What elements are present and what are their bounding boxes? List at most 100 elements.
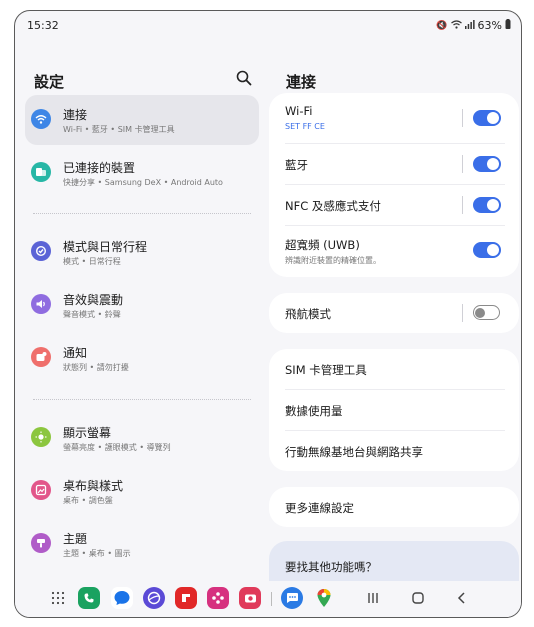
menu-item-subtitle: 螢幕亮度 • 護眼模式 • 導覽列	[63, 443, 171, 452]
internet-app-icon[interactable]	[143, 587, 165, 609]
nfc-row[interactable]: NFC 及感應式支付	[269, 185, 519, 225]
toggle-knob	[487, 112, 499, 124]
airplane-card: 飛航模式	[269, 293, 519, 333]
apps-grid-icon[interactable]	[47, 587, 69, 609]
menu-item-title: 音效與震動	[63, 293, 124, 307]
menu-item-title: 模式與日常行程	[63, 240, 148, 254]
menu-item-title: 已連接的裝置	[63, 161, 136, 175]
search-button[interactable]	[235, 69, 255, 89]
connections-card-main: Wi-Fi SET FF CE 藍牙 NFC 及感應式支付 超寬頻 (UWB) …	[269, 93, 519, 277]
menu-item-modes-routines[interactable]: 模式與日常行程 模式 • 日常行程	[25, 227, 259, 277]
wifi-toggle[interactable]	[473, 110, 501, 126]
menu-item-subtitle: 聲音模式 • 鈴聲	[63, 310, 121, 319]
menu-item-connected-devices[interactable]: 已連接的裝置 快捷分享 • Samsung DeX • Android Auto	[25, 148, 259, 198]
battery-icon	[505, 19, 511, 32]
device-frame: 15:32 🔇 63% 設定 連接 Wi-Fi • 藍牙 • SIM 卡管理工具…	[14, 10, 522, 618]
toggle-knob	[487, 244, 499, 256]
camera-app-icon[interactable]	[239, 587, 261, 609]
menu-item-subtitle: Wi-Fi • 藍牙 • SIM 卡管理工具	[63, 125, 175, 134]
nfc-label: NFC 及感應式支付	[285, 199, 381, 213]
hotspot-row[interactable]: 行動無線基地台與網路共享	[269, 431, 519, 471]
brightness-icon	[31, 427, 51, 447]
settings-menu-panel: 設定 連接 Wi-Fi • 藍牙 • SIM 卡管理工具 已連接的裝置 快捷分享…	[15, 41, 267, 581]
uwb-row[interactable]: 超寬頻 (UWB) 辨識附近裝置的精確位置。	[269, 226, 519, 277]
modes-icon	[31, 241, 51, 261]
signal-icon	[464, 19, 475, 32]
bluetooth-label: 藍牙	[285, 158, 308, 172]
nfc-toggle[interactable]	[473, 197, 501, 213]
menu-item-title: 主題	[63, 532, 88, 546]
connections-panel: 連接 Wi-Fi SET FF CE 藍牙 NFC 及感應式支付 超寬頻 (UW…	[267, 41, 521, 601]
sim-data-card: SIM 卡管理工具 數據使用量 行動無線基地台與網路共享	[269, 349, 519, 471]
bluetooth-toggle[interactable]	[473, 156, 501, 172]
vertical-divider	[462, 109, 463, 127]
menu-item-subtitle: 主題 • 桌布 • 圖示	[63, 549, 131, 558]
airplane-row[interactable]: 飛航模式	[269, 293, 519, 333]
uwb-label: 超寬頻 (UWB)	[285, 238, 360, 252]
mute-icon: 🔇	[436, 20, 448, 31]
hotspot-label: 行動無線基地台與網路共享	[285, 445, 423, 459]
uwb-description: 辨識附近裝置的精確位置。	[285, 256, 381, 265]
vertical-divider	[462, 155, 463, 173]
menu-item-title: 顯示螢幕	[63, 426, 112, 440]
menu-item-subtitle: 狀態列 • 請勿打擾	[63, 363, 129, 372]
sim-manager-label: SIM 卡管理工具	[285, 363, 367, 377]
menu-item-title: 通知	[63, 346, 88, 360]
phone-app-icon[interactable]	[78, 587, 100, 609]
wifi-network-name: SET FF CE	[285, 122, 325, 131]
toggle-knob	[487, 199, 499, 211]
menu-item-display[interactable]: 顯示螢幕 螢幕亮度 • 護眼模式 • 導覽列	[25, 413, 259, 463]
menu-item-subtitle: 模式 • 日常行程	[63, 257, 121, 266]
page-title: 設定	[34, 73, 65, 91]
airplane-label: 飛航模式	[285, 307, 331, 321]
status-icons: 🔇 63%	[436, 19, 511, 32]
chat-app-icon[interactable]	[281, 587, 303, 609]
wifi-label: Wi-Fi	[285, 104, 313, 118]
more-settings-card: 更多連線設定	[269, 487, 519, 527]
status-time: 15:32	[27, 19, 59, 32]
home-icon[interactable]	[407, 587, 429, 609]
connections-title: 連接	[286, 73, 317, 91]
themes-icon	[31, 533, 51, 553]
recents-icon[interactable]	[362, 587, 384, 609]
wifi-status-icon	[450, 19, 462, 32]
section-divider	[33, 213, 251, 214]
menu-item-notifications[interactable]: 通知 狀態列 • 請勿打擾	[25, 333, 259, 383]
sim-manager-row[interactable]: SIM 卡管理工具	[269, 349, 519, 389]
more-connection-settings-row[interactable]: 更多連線設定	[269, 487, 519, 527]
airplane-toggle[interactable]	[473, 305, 500, 320]
data-usage-row[interactable]: 數據使用量	[269, 390, 519, 430]
back-icon[interactable]	[451, 587, 473, 609]
menu-item-subtitle: 桌布 • 調色盤	[63, 496, 113, 505]
wifi-row[interactable]: Wi-Fi SET FF CE	[269, 93, 519, 143]
vertical-divider	[462, 196, 463, 214]
menu-item-subtitle: 快捷分享 • Samsung DeX • Android Auto	[63, 178, 223, 187]
toggle-knob	[487, 158, 499, 170]
more-connection-settings-label: 更多連線設定	[285, 501, 354, 515]
battery-percent: 63%	[477, 19, 502, 32]
section-divider	[33, 399, 251, 400]
bluetooth-row[interactable]: 藍牙	[269, 144, 519, 184]
menu-item-title: 連接	[63, 108, 88, 122]
menu-item-wallpaper-style[interactable]: 桌布與樣式 桌布 • 調色盤	[25, 466, 259, 516]
toggle-knob	[475, 307, 485, 318]
taskbar-divider	[271, 592, 272, 606]
menu-item-themes[interactable]: 主題 主題 • 桌布 • 圖示	[25, 519, 259, 569]
messages-app-icon[interactable]	[111, 587, 133, 609]
wallpaper-icon	[31, 480, 51, 500]
taskbar	[15, 581, 521, 617]
maps-app-icon[interactable]	[313, 587, 335, 609]
uwb-toggle[interactable]	[473, 242, 501, 258]
data-usage-label: 數據使用量	[285, 404, 343, 418]
menu-item-connections[interactable]: 連接 Wi-Fi • 藍牙 • SIM 卡管理工具	[25, 95, 259, 145]
devices-icon	[31, 162, 51, 182]
vertical-divider	[462, 304, 463, 322]
speaker-icon	[31, 294, 51, 314]
flipboard-app-icon[interactable]	[175, 587, 197, 609]
status-bar: 15:32 🔇 63%	[15, 11, 521, 41]
hint-label: 要找其他功能嗎？	[285, 560, 377, 574]
search-icon	[236, 70, 252, 86]
menu-item-title: 桌布與樣式	[63, 479, 124, 493]
bixby-app-icon[interactable]	[207, 587, 229, 609]
menu-item-sound-vibration[interactable]: 音效與震動 聲音模式 • 鈴聲	[25, 280, 259, 330]
